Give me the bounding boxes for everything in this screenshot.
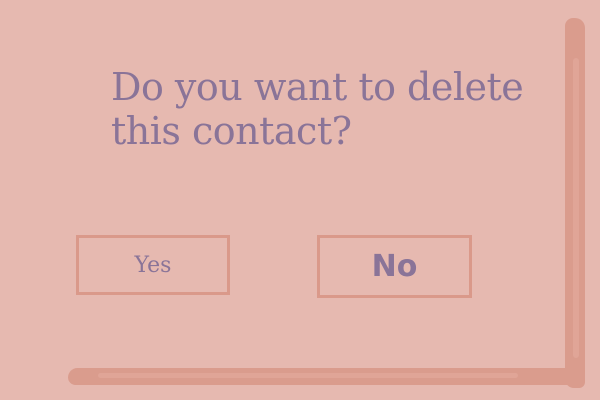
dialog-shadow-right (565, 18, 585, 388)
yes-button-label: Yes (134, 252, 172, 278)
no-button-label: No (371, 249, 418, 284)
no-button[interactable]: No (317, 235, 472, 298)
confirm-delete-dialog: Do you want to delete this contact? Yes … (0, 0, 600, 400)
dialog-message: Do you want to delete this contact? (111, 65, 524, 153)
yes-button[interactable]: Yes (76, 235, 230, 295)
dialog-shadow-bottom (68, 368, 585, 385)
